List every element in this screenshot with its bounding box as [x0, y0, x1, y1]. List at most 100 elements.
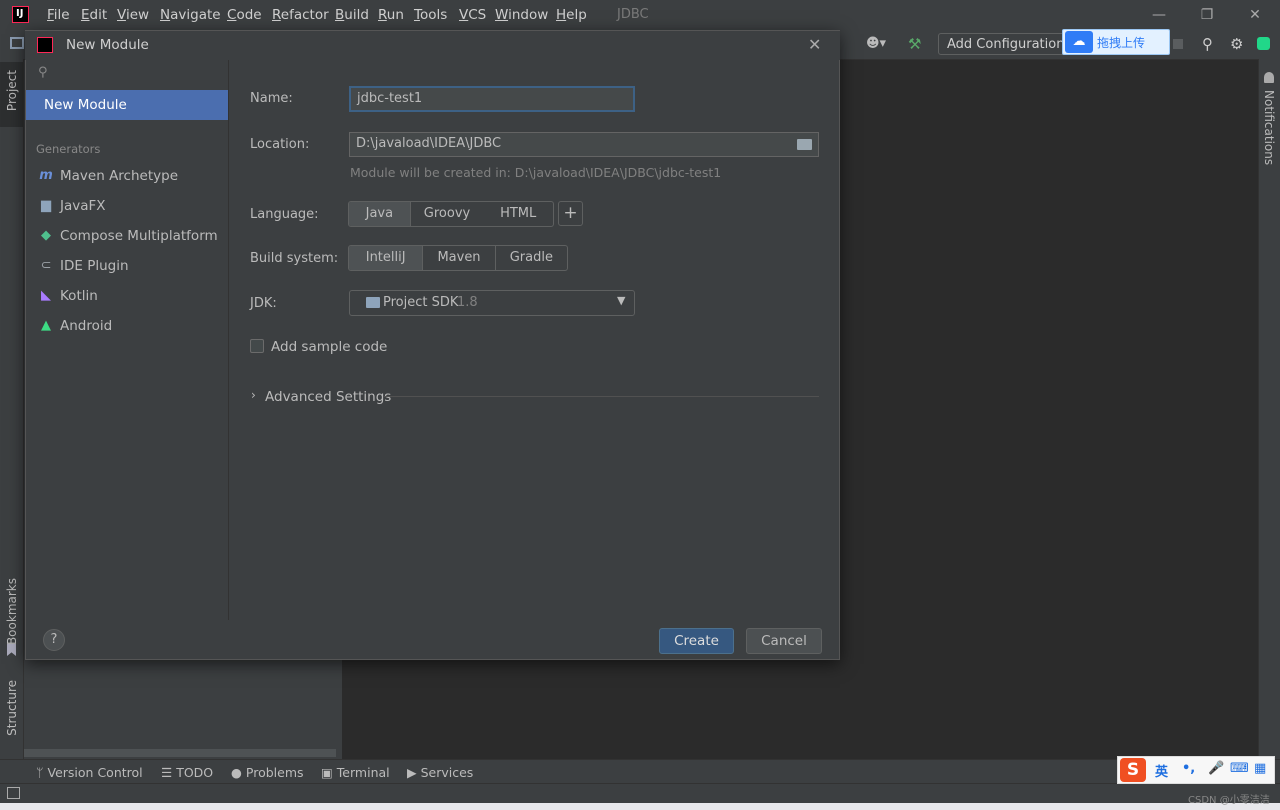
build-option-maven[interactable]: Maven	[423, 246, 496, 270]
notifications-tab-label[interactable]: Notifications	[1262, 90, 1276, 165]
generators-header: Generators	[36, 142, 101, 156]
location-input[interactable]: D:\javaload\IDEA\JDBC	[349, 132, 819, 157]
menu-help[interactable]: Help	[556, 7, 587, 23]
help-button[interactable]: ?	[43, 629, 65, 651]
add-language-button[interactable]: +	[558, 201, 583, 226]
sidebar-item-ide-plugin[interactable]: ⊂ IDE Plugin	[26, 251, 228, 281]
compose-icon: ◆	[41, 228, 51, 243]
close-window-button[interactable]: ✕	[1233, 4, 1277, 26]
advanced-settings-toggle[interactable]: Advanced Settings	[265, 389, 391, 405]
ime-language-toggle[interactable]: 英	[1155, 761, 1168, 780]
os-taskbar	[0, 803, 1280, 810]
baidu-upload-widget[interactable]: ☁ 拖拽上传	[1062, 29, 1170, 55]
restore-button[interactable]: ❐	[1185, 4, 1229, 26]
menu-code[interactable]: Code	[227, 7, 262, 23]
jdk-label: JDK:	[250, 296, 277, 311]
build-system-label: Build system:	[250, 251, 339, 266]
sidebar-search-input[interactable]	[56, 64, 220, 86]
sidebar-item-kotlin[interactable]: ◣ Kotlin	[26, 281, 228, 311]
sidebar-item-label: JavaFX	[60, 198, 106, 214]
sidebar-item-label: IDE Plugin	[60, 258, 129, 274]
folder-icon: ▆	[41, 198, 51, 213]
plugin-icon: ⊂	[40, 258, 52, 273]
bell-icon	[1264, 72, 1274, 83]
bookmarks-tab-label[interactable]: Bookmarks	[5, 578, 19, 645]
menu-edit[interactable]: Edit	[81, 7, 107, 23]
browse-folder-icon[interactable]	[797, 139, 812, 150]
problems-tab[interactable]: ● Problems	[231, 765, 304, 780]
toolbox-icon[interactable]	[1257, 37, 1270, 50]
language-label: Language:	[250, 207, 319, 222]
baidu-upload-label: 拖拽上传	[1097, 36, 1146, 50]
sidebar-item-javafx[interactable]: ▆ JavaFX	[26, 191, 228, 221]
status-bar	[0, 783, 1280, 804]
terminal-icon: ▣	[321, 765, 333, 780]
sidebar-item-maven-archetype[interactable]: m Maven Archetype	[26, 161, 228, 191]
sdk-folder-icon	[366, 297, 380, 308]
menu-view[interactable]: View	[117, 7, 149, 23]
project-tool-tab[interactable]: Project	[0, 62, 23, 127]
account-icon[interactable]: ☻▾	[866, 36, 892, 52]
chevron-down-icon: ▼	[617, 294, 626, 307]
minimize-button[interactable]: —	[1137, 4, 1181, 26]
language-option-java[interactable]: Java	[349, 202, 411, 226]
stop-icon[interactable]	[1173, 39, 1183, 49]
name-input[interactable]: jdbc-test1	[349, 86, 635, 112]
todo-tab[interactable]: ☰ TODO	[161, 765, 213, 780]
menu-tools[interactable]: Tools	[414, 7, 447, 23]
menu-run[interactable]: Run	[378, 7, 404, 23]
jdk-version: 1.8	[457, 295, 478, 310]
gear-icon[interactable]: ⚙	[1230, 35, 1246, 53]
project-tab-label: Project	[5, 70, 19, 112]
menu-build[interactable]: Build	[335, 7, 369, 23]
project-view-icon[interactable]	[10, 37, 24, 49]
sidebar-item-android[interactable]: ▲ Android	[26, 311, 228, 341]
add-sample-code-label[interactable]: Add sample code	[271, 339, 387, 355]
sidebar-item-label: Kotlin	[60, 288, 98, 304]
services-tab[interactable]: ▶ Services	[407, 765, 473, 780]
ime-punctuation-toggle[interactable]: •,	[1182, 761, 1195, 776]
microphone-icon[interactable]: 🎤	[1208, 761, 1224, 776]
dialog-title-bar: New Module ✕	[25, 31, 840, 60]
branch-icon: ᛘ	[36, 765, 44, 780]
sidebar-item-label: Maven Archetype	[60, 168, 178, 184]
menu-navigate[interactable]: Navigate	[160, 7, 221, 23]
close-dialog-icon[interactable]: ✕	[808, 35, 821, 54]
menu-window[interactable]: Window	[495, 7, 548, 23]
ime-toolbar[interactable]: S 英 •, 🎤 ⌨ ▦	[1117, 756, 1275, 784]
build-option-gradle[interactable]: Gradle	[496, 246, 567, 270]
structure-tab-label[interactable]: Structure	[5, 680, 19, 736]
search-icon[interactable]: ⚲	[1202, 35, 1218, 53]
menu-refactor[interactable]: Refactor	[272, 7, 329, 23]
location-label: Location:	[250, 137, 310, 152]
ime-menu-icon[interactable]: ▦	[1254, 761, 1266, 776]
sidebar-item-new-module[interactable]: New Module	[26, 90, 228, 120]
language-option-groovy[interactable]: Groovy	[411, 202, 484, 226]
chevron-right-icon[interactable]: ›	[251, 388, 256, 402]
project-pane-scrollbar[interactable]	[24, 749, 336, 757]
build-hammer-icon[interactable]: ⚒	[908, 35, 926, 53]
menu-vcs[interactable]: VCS	[459, 7, 486, 23]
location-hint: Module will be created in: D:\javaload\I…	[350, 165, 722, 180]
intellij-logo-icon: IJ	[12, 6, 29, 23]
sidebar-item-compose-multiplatform[interactable]: ◆ Compose Multiplatform	[26, 221, 228, 251]
kotlin-icon: ◣	[41, 288, 51, 303]
name-label: Name:	[250, 91, 293, 106]
menu-file[interactable]: File	[47, 7, 70, 23]
search-icon: ⚲	[38, 65, 48, 80]
cloud-icon: ☁	[1065, 31, 1093, 53]
terminal-tab[interactable]: ▣ Terminal	[321, 765, 390, 780]
sidebar-item-label: New Module	[44, 97, 127, 113]
version-control-tab[interactable]: ᛘ Version Control	[36, 765, 143, 780]
jdk-dropdown[interactable]: Project SDK 1.8 ▼	[349, 290, 635, 316]
toggle-tool-windows-icon[interactable]	[7, 787, 20, 799]
create-button[interactable]: Create	[659, 628, 734, 654]
add-configuration-button[interactable]: Add Configuration.	[938, 33, 1068, 55]
keyboard-icon[interactable]: ⌨	[1230, 761, 1249, 776]
build-option-intellij[interactable]: IntelliJ	[349, 246, 424, 270]
watermark: CSDN @小零洁洁	[1188, 795, 1270, 806]
sidebar-search[interactable]: ⚲	[26, 60, 228, 88]
language-option-html[interactable]: HTML	[483, 202, 553, 226]
add-sample-code-checkbox[interactable]	[250, 339, 264, 353]
cancel-button[interactable]: Cancel	[746, 628, 822, 654]
